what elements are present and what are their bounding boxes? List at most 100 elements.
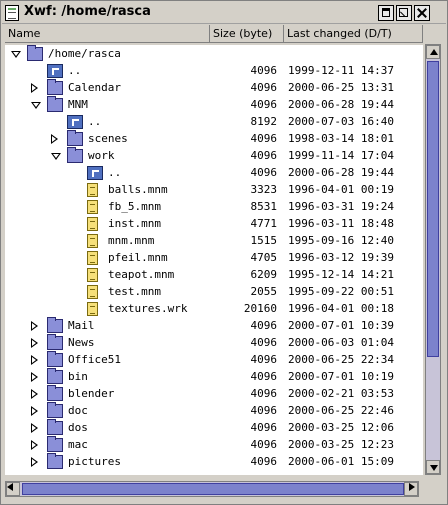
entry-date: 1996-03-12 19:39 [288, 251, 394, 264]
file-row[interactable]: fb_5.mnm 8531 1996-03-31 19:24 [5, 199, 423, 216]
entry-name: inst.mnm [108, 217, 161, 230]
scroll-down-button[interactable] [426, 460, 440, 474]
parent-folder-icon [47, 64, 63, 78]
collapsed-triangle-icon[interactable] [31, 372, 38, 382]
parent-dir-row[interactable]: .. 8192 2000-07-03 16:40 [5, 114, 423, 131]
folder-row[interactable]: dos 4096 2000-03-25 12:06 [5, 419, 423, 437]
minimize-button[interactable] [378, 5, 394, 21]
column-header-date[interactable]: Last changed (D/T) [284, 25, 423, 43]
entry-name: pictures [68, 455, 121, 468]
folder-row[interactable]: work 4096 1999-11-14 17:04 [5, 147, 423, 165]
entry-size: 4096 [250, 64, 278, 77]
close-button[interactable] [414, 5, 430, 21]
entry-date: 2000-07-03 16:40 [288, 115, 394, 128]
folder-row[interactable]: blender 4096 2000-02-21 03:53 [5, 385, 423, 403]
column-header-size[interactable]: Size (byte) [210, 25, 284, 43]
folder-icon [47, 419, 63, 435]
file-row[interactable]: test.mnm 2055 1995-09-22 00:51 [5, 284, 423, 301]
entry-size: 8531 [250, 200, 278, 213]
folder-row[interactable]: doc 4096 2000-06-25 22:46 [5, 402, 423, 420]
arrow-right-icon [409, 483, 415, 491]
entry-size: 4771 [250, 217, 278, 230]
expanded-triangle-icon[interactable] [51, 153, 61, 160]
file-icon [87, 251, 98, 265]
horizontal-scrollbar[interactable] [5, 481, 419, 497]
file-row[interactable]: mnm.mnm 1515 1995-09-16 12:40 [5, 233, 423, 250]
entry-name: /home/rasca [48, 47, 121, 60]
parent-folder-icon [87, 166, 103, 180]
entry-size: 1515 [250, 234, 278, 247]
file-row[interactable]: textures.wrk 20160 1996-04-01 00:18 [5, 301, 423, 318]
folder-row[interactable]: pictures 4096 2000-06-01 15:09 [5, 453, 423, 471]
entry-name: bin [68, 370, 88, 383]
entry-date: 1995-09-16 12:40 [288, 234, 394, 247]
file-icon [87, 183, 98, 197]
collapsed-triangle-icon[interactable] [31, 355, 38, 365]
folder-row[interactable]: MNM 4096 2000-06-28 19:44 [5, 96, 423, 114]
entry-date: 2000-07-01 10:39 [288, 319, 394, 332]
entry-size: 2055 [250, 285, 278, 298]
expanded-triangle-icon[interactable] [11, 51, 21, 58]
file-row[interactable]: balls.mnm 3323 1996-04-01 00:19 [5, 182, 423, 199]
folder-icon [47, 317, 63, 333]
scroll-left-button[interactable] [6, 482, 20, 496]
collapsed-triangle-icon[interactable] [31, 406, 38, 416]
entry-date: 2000-06-25 22:46 [288, 404, 394, 417]
parent-dir-row[interactable]: .. 4096 2000-06-28 19:44 [5, 165, 423, 182]
collapsed-triangle-icon[interactable] [31, 83, 38, 93]
folder-row[interactable]: mac 4096 2000-03-25 12:23 [5, 436, 423, 454]
entry-size: 3323 [250, 183, 278, 196]
collapsed-triangle-icon[interactable] [31, 440, 38, 450]
file-row[interactable]: pfeil.mnm 4705 1996-03-12 19:39 [5, 250, 423, 267]
parent-dir-row[interactable]: .. 4096 1999-12-11 14:37 [5, 63, 423, 80]
scroll-right-button[interactable] [404, 482, 418, 496]
collapsed-triangle-icon[interactable] [31, 457, 38, 467]
folder-icon [67, 130, 83, 146]
maximize-button[interactable] [396, 5, 412, 21]
parent-folder-icon [67, 115, 83, 129]
title-bar[interactable]: Xwf: /home/rasca [2, 2, 446, 24]
window-title: Xwf: /home/rasca [24, 4, 151, 19]
file-icon [87, 234, 98, 248]
collapsed-triangle-icon[interactable] [31, 389, 38, 399]
collapsed-triangle-icon[interactable] [31, 423, 38, 433]
vertical-scrollbar[interactable] [425, 44, 441, 475]
entry-name: fb_5.mnm [108, 200, 161, 213]
folder-row[interactable]: scenes 4096 1998-03-14 18:01 [5, 130, 423, 148]
entry-size: 4096 [250, 149, 278, 162]
entry-name: mac [68, 438, 88, 451]
folder-icon [47, 334, 63, 350]
vertical-scroll-thumb[interactable] [427, 61, 439, 357]
folder-row[interactable]: bin 4096 2000-07-01 10:19 [5, 368, 423, 386]
entry-size: 4096 [250, 166, 278, 179]
entry-date: 2000-06-03 01:04 [288, 336, 394, 349]
collapsed-triangle-icon[interactable] [31, 321, 38, 331]
folder-icon [47, 368, 63, 384]
folder-icon [47, 351, 63, 367]
horizontal-scroll-thumb[interactable] [22, 483, 404, 495]
entry-size: 4096 [250, 336, 278, 349]
file-row[interactable]: inst.mnm 4771 1996-03-11 18:48 [5, 216, 423, 233]
folder-row[interactable]: News 4096 2000-06-03 01:04 [5, 334, 423, 352]
entry-date: 1996-03-31 19:24 [288, 200, 394, 213]
collapsed-triangle-icon[interactable] [51, 134, 58, 144]
collapsed-triangle-icon[interactable] [31, 338, 38, 348]
entry-date: 2000-03-25 12:06 [288, 421, 394, 434]
scroll-up-button[interactable] [426, 45, 440, 59]
entry-size: 4096 [250, 438, 278, 451]
entry-date: 2000-06-01 15:09 [288, 455, 394, 468]
entry-name: balls.mnm [108, 183, 168, 196]
folder-row[interactable]: Calendar 4096 2000-06-25 13:31 [5, 79, 423, 97]
column-header-name[interactable]: Name [5, 25, 210, 43]
entry-date: 2000-06-25 13:31 [288, 81, 394, 94]
folder-row[interactable]: Office51 4096 2000-06-25 22:34 [5, 351, 423, 369]
app-icon[interactable] [5, 5, 19, 21]
entry-date: 1996-04-01 00:18 [288, 302, 394, 315]
folder-row[interactable]: Mail 4096 2000-07-01 10:39 [5, 317, 423, 335]
entry-name: test.mnm [108, 285, 161, 298]
entry-size: 20160 [243, 302, 277, 315]
file-row[interactable]: teapot.mnm 6209 1995-12-14 14:21 [5, 267, 423, 284]
folder-row[interactable]: /home/rasca [5, 45, 423, 63]
expanded-triangle-icon[interactable] [31, 102, 41, 109]
entry-name: work [88, 149, 115, 162]
